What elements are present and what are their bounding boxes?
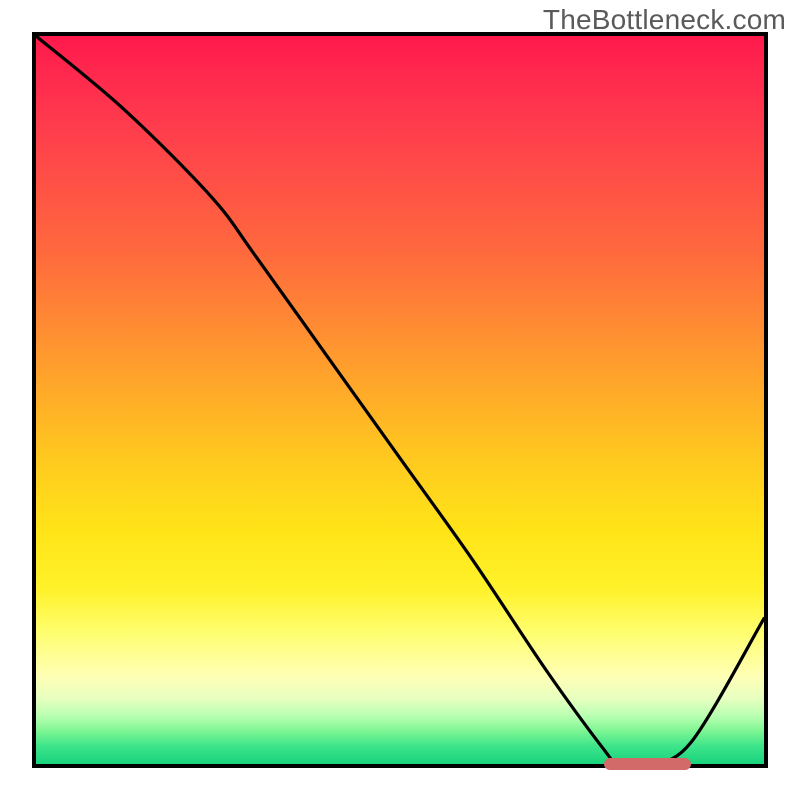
chart-container: TheBottleneck.com [0,0,800,800]
plot-area [32,32,768,768]
bottleneck-curve [36,36,764,764]
watermark-text: TheBottleneck.com [543,4,786,36]
optimal-range-marker [604,758,691,770]
curve-path [36,36,764,764]
